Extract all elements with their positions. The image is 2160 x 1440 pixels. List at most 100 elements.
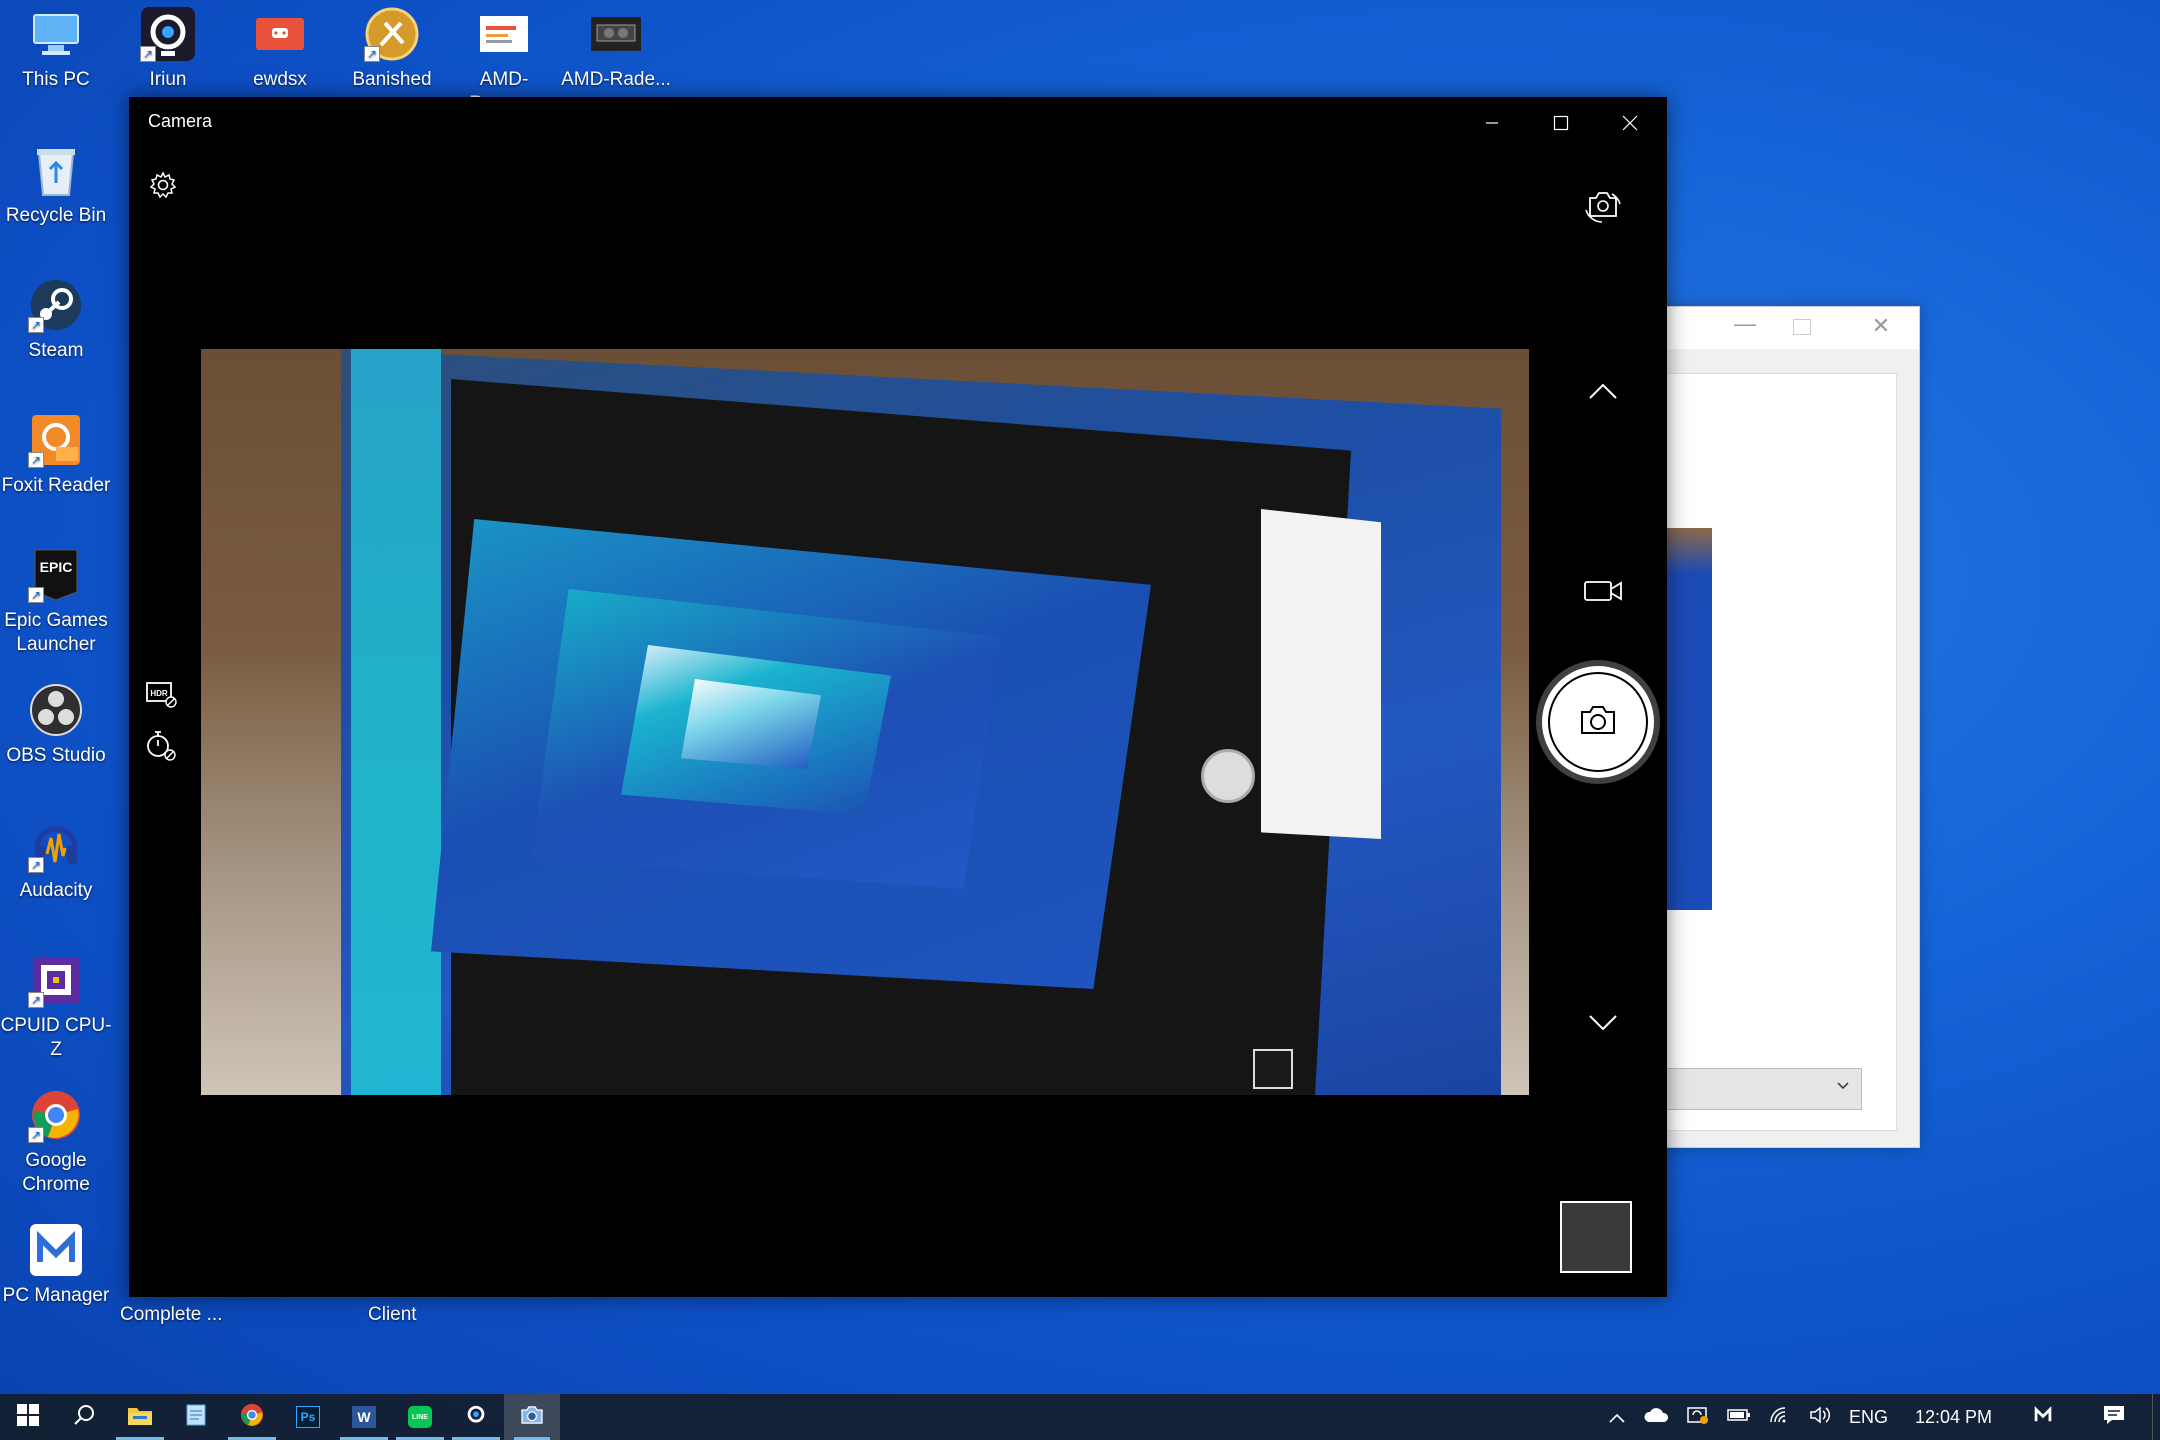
network-button[interactable] [1760,1394,1800,1440]
settings-button[interactable] [143,167,183,207]
background-minimize-button[interactable]: — [1725,311,1765,337]
desktop-icon-steam[interactable]: ↗ Steam [0,277,112,363]
input-language-button[interactable]: ENG [1840,1394,1897,1440]
mode-down-button[interactable] [1575,1005,1631,1045]
clock-button[interactable]: 12:04 PM [1897,1394,2010,1440]
clock-time: 12:04 PM [1914,1406,1992,1427]
action-center-button[interactable] [2076,1394,2152,1440]
taskbar-iriun[interactable] [448,1394,504,1440]
amd-ryzen-icon [476,6,532,62]
last-photo-thumbnail[interactable] [1560,1201,1632,1273]
hdr-toggle-button[interactable]: HDR [141,677,181,715]
video-mode-button[interactable] [1575,573,1631,613]
desktop-icon-label: Banished [352,69,432,90]
speaker-icon [1809,1405,1831,1429]
audacity-icon: ↗ [28,817,84,873]
desktop-icon-cpu-z[interactable]: ↗ CPUID CPU-Z [0,952,112,1062]
volume-button[interactable] [1800,1394,1840,1440]
battery-button[interactable] [1718,1394,1760,1440]
mode-up-button[interactable] [1575,373,1631,413]
line-label: LINE [412,1413,428,1421]
viewfinder-thumb-reflection [1253,1049,1293,1089]
desktop-icon-google-chrome[interactable]: ↗ Google Chrome [0,1087,112,1197]
close-button[interactable] [1602,103,1658,143]
desktop-icon-iriun[interactable]: ↗ Iriun [112,6,224,92]
shortcut-arrow-icon: ↗ [364,46,380,62]
desktop-icon-recycle-bin[interactable]: Recycle Bin [0,142,112,228]
taskbar-file-explorer[interactable] [112,1394,168,1440]
desktop-icon-label: This PC [22,69,90,90]
background-close-button[interactable]: ✕ [1861,313,1901,339]
taskbar-chrome[interactable] [224,1394,280,1440]
ewdsx-icon [252,6,308,62]
iriun-icon [465,1404,487,1431]
tray-sync-button[interactable] [1678,1394,1718,1440]
wifi-icon [1769,1406,1791,1429]
iriun-icon: ↗ [140,6,196,62]
desktop-icon-epic-games[interactable]: EPIC ↗ Epic Games Launcher [0,547,112,657]
switch-camera-icon [1582,188,1624,231]
foxit-reader-icon: ↗ [28,412,84,468]
shortcut-arrow-icon: ↗ [140,46,156,62]
chevron-down-icon [1588,1014,1618,1037]
camera-viewfinder[interactable] [201,349,1529,1095]
maximize-button[interactable] [1533,103,1589,143]
svg-text:EPIC: EPIC [40,559,73,575]
desktop-icon-label: OBS Studio [6,745,106,766]
desktop-icon-pc-manager[interactable]: PC Manager [0,1222,112,1308]
taskbar-camera[interactable] [504,1394,560,1440]
chevron-up-icon [1588,382,1618,405]
take-photo-button[interactable] [1542,666,1654,778]
taskbar-word[interactable]: W [336,1394,392,1440]
background-dropdown[interactable] [1640,1068,1862,1110]
background-maximize-button[interactable] [1793,319,1811,335]
camera-window[interactable]: Camera HDR [129,97,1667,1297]
chrome-icon: ↗ [28,1087,84,1143]
onedrive-button[interactable] [1634,1394,1678,1440]
word-icon: W [352,1406,376,1428]
language-label: ENG [1848,1406,1888,1427]
pc-manager-tray-button[interactable] [2010,1394,2076,1440]
desktop-icon-amd-radeon[interactable]: AMD-Rade... [560,6,672,92]
desktop-icon-foxit-reader[interactable]: ↗ Foxit Reader [0,412,112,498]
system-tray: ENG 12:04 PM [1600,1394,2160,1440]
battery-icon [1727,1407,1751,1428]
file-explorer-icon [127,1404,153,1431]
desktop-icon-audacity[interactable]: ↗ Audacity [0,817,112,903]
viewfinder-shutter-reflection [1201,749,1255,803]
desktop-icon-ewdsx[interactable]: ewdsx [224,6,336,92]
svg-text:HDR: HDR [150,689,168,698]
sync-icon [1687,1405,1709,1430]
show-desktop-button[interactable] [2152,1394,2160,1440]
shortcut-arrow-icon: ↗ [28,992,44,1008]
start-button[interactable] [0,1394,56,1440]
desktop-icon-this-pc[interactable]: This PC [0,6,112,92]
desktop-icon-label-partial: Client [368,1304,417,1325]
desktop-icon-obs-studio[interactable]: OBS Studio [0,682,112,768]
photoshop-label: Ps [300,1410,316,1424]
show-hidden-icons-button[interactable] [1600,1394,1634,1440]
desktop-icon-label: Foxit Reader [1,475,111,496]
taskbar-line[interactable]: LINE [392,1394,448,1440]
background-window-titlebar[interactable]: — ✕ [1641,307,1919,349]
desktop-icon-label: Epic Games Launcher [4,610,108,655]
epic-games-icon: EPIC ↗ [28,547,84,603]
taskbar-notepad[interactable] [168,1394,224,1440]
taskbar-search-button[interactable] [56,1394,112,1440]
taskbar: Ps W LINE ENG 12:04 PM [0,1394,2160,1440]
switch-camera-button[interactable] [1575,181,1631,237]
taskbar-photoshop[interactable]: Ps [280,1394,336,1440]
steam-icon: ↗ [28,277,84,333]
timer-toggle-button[interactable] [141,727,181,767]
background-window-panel [1640,373,1897,1131]
desktop-icon-label: ewdsx [253,69,307,90]
desktop-icon-banished[interactable]: ↗ Banished [336,6,448,92]
this-pc-icon [28,6,84,62]
line-icon: LINE [408,1406,432,1428]
desktop-icon-label: CPUID CPU-Z [0,1015,112,1060]
gear-icon [149,170,177,204]
chevron-up-icon [1609,1407,1625,1428]
desktop-icon-label: Recycle Bin [5,205,107,226]
background-window[interactable]: — ✕ [1640,306,1920,1148]
minimize-button[interactable] [1464,103,1520,143]
